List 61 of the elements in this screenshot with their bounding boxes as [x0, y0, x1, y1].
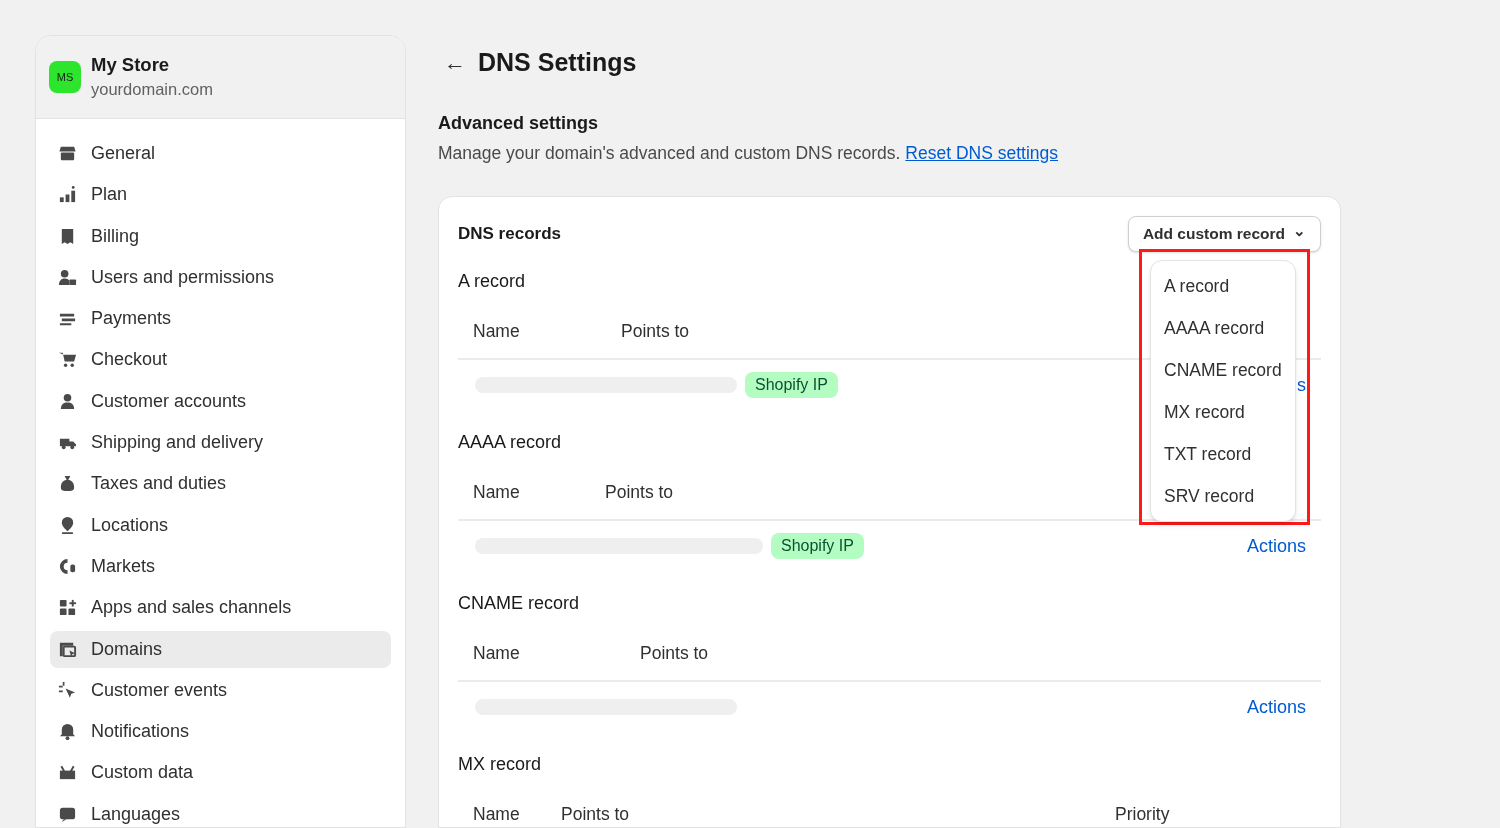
menu-item[interactable]: MX record [1151, 391, 1295, 433]
actions-link[interactable]: Actions [1246, 532, 1306, 560]
column-header: Name [473, 320, 521, 344]
store-name: My Store [91, 53, 171, 77]
money-bag-icon [58, 474, 77, 494]
bell-icon [58, 722, 77, 742]
caret-icon: ⌄ [1293, 222, 1306, 238]
column-header: Name [473, 642, 521, 666]
column-header: Priority [1115, 803, 1170, 827]
reset-dns-link[interactable]: Reset DNS settings [905, 143, 1059, 163]
column-header: Name [473, 481, 521, 505]
status-badge: Shopify IP [771, 533, 864, 559]
column-header: Points to [605, 481, 674, 505]
record-type-title: CNAME record [458, 593, 580, 613]
apps-icon [58, 598, 77, 618]
sidebar-item[interactable]: Customer accounts [50, 382, 391, 420]
record-type-title: A record [458, 271, 526, 291]
sidebar-item[interactable]: Plan [50, 176, 391, 214]
column-header: Points to [561, 803, 631, 827]
menu-item[interactable]: SRV record [1151, 475, 1295, 517]
sidebar-item[interactable]: Billing [50, 217, 391, 255]
section-title: Advanced settings [438, 112, 600, 135]
card-title: DNS records [458, 223, 561, 246]
sidebar-item[interactable]: Markets [50, 547, 391, 585]
sidebar-item[interactable]: Shipping and delivery [50, 424, 391, 462]
sidebar-item[interactable]: Notifications [50, 713, 391, 751]
sidebar-item[interactable]: Custom data [50, 754, 391, 792]
sidebar-item[interactable]: General [50, 135, 391, 172]
section-description: Manage your domain's advanced and custom DNS records. Reset DNS settings [438, 142, 1060, 165]
bar-chart-icon [58, 185, 77, 205]
sidebar-item[interactable]: Apps and sales channels [50, 589, 391, 627]
sidebar-item[interactable]: Customer events [50, 671, 391, 709]
users-icon [58, 267, 77, 287]
record-type-title: MX record [458, 754, 542, 774]
menu-item[interactable]: AAAA record [1151, 307, 1295, 349]
sidebar-item[interactable]: Locations [50, 506, 391, 544]
actions-link[interactable]: s [1297, 371, 1306, 399]
column-header: Name [473, 803, 521, 827]
sidebar-item[interactable]: Domains [50, 630, 391, 668]
menu-item[interactable]: TXT record [1151, 433, 1295, 475]
status-badge: Shopify IP [745, 372, 838, 398]
store-avatar: MS [49, 61, 81, 93]
store-icon [58, 144, 77, 163]
sidebar-item[interactable]: Checkout [50, 341, 391, 379]
menu-item[interactable]: CNAME record [1151, 349, 1295, 391]
actions-link[interactable]: Actions [1246, 693, 1306, 721]
record-type-title: AAAA record [458, 432, 562, 452]
sidebar-item[interactable]: Taxes and duties [50, 465, 391, 503]
page-title: DNS Settings [478, 47, 637, 79]
cart-icon [58, 350, 77, 370]
column-header: Points to [621, 320, 690, 344]
sidebar-item[interactable]: Payments [50, 300, 391, 338]
store-domain: yourdomain.com [91, 79, 213, 100]
cursor-icon [58, 680, 77, 700]
sidebar-item[interactable]: Users and permissions [50, 258, 391, 296]
sidebar-item[interactable]: Languages [50, 795, 391, 827]
person-icon [58, 391, 77, 411]
add-custom-record-button[interactable]: Add custom record ⌄ [1127, 216, 1321, 252]
back-button[interactable]: ← [444, 52, 466, 74]
column-header: Points to [640, 642, 709, 666]
menu-item[interactable]: A record [1151, 265, 1295, 307]
